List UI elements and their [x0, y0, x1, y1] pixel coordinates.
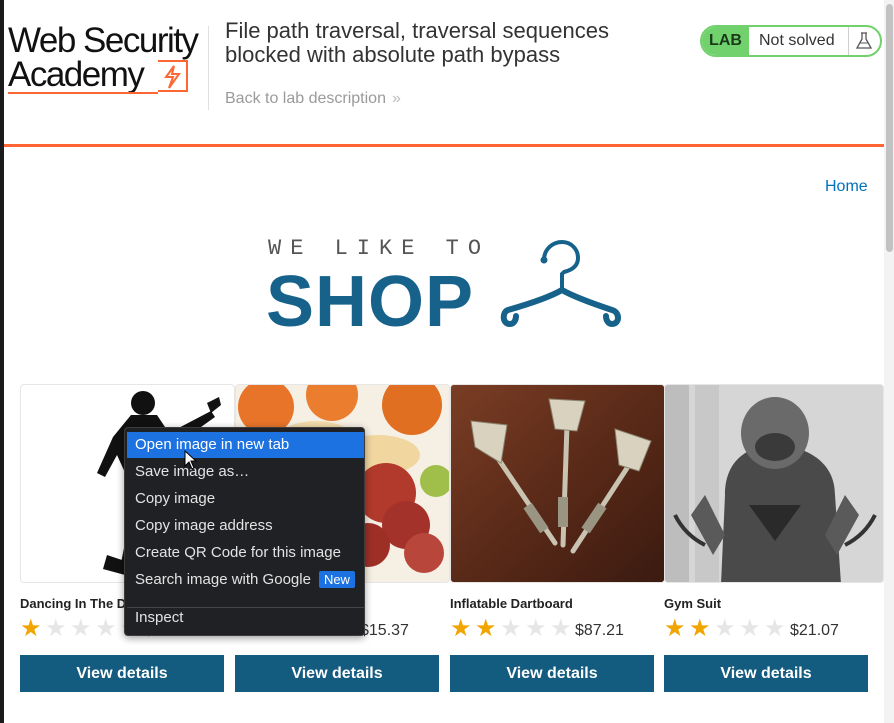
product-name: Dancing In The D: [20, 596, 127, 611]
star-filled-icon: ★: [475, 615, 497, 642]
star-filled-icon: ★: [664, 615, 686, 642]
menu-item-copy-image-address[interactable]: Copy image address: [127, 513, 364, 539]
product-price: $21.07: [790, 622, 839, 639]
star-filled-icon: ★: [450, 615, 472, 642]
product-price: $87.21: [575, 622, 624, 639]
hanger-icon: [500, 240, 621, 328]
logo-line2: Academy: [8, 55, 145, 94]
star-empty-icon: ★: [550, 615, 572, 642]
product-rating: ★ ★ ★ ★ ★: [664, 617, 789, 641]
browser-page: Web Security Academy File path traversal…: [0, 0, 894, 723]
shop-title: SHOP: [266, 262, 475, 342]
back-link-label: Back to lab description: [225, 90, 386, 107]
lab-tag: LAB: [702, 27, 749, 55]
menu-item-open-image-new-tab[interactable]: Open image in new tab: [127, 432, 364, 458]
home-link[interactable]: Home: [825, 178, 868, 196]
lab-title: File path traversal, traversal sequences…: [225, 18, 609, 67]
image-context-menu: Open image in new tab Save image as… Cop…: [124, 427, 365, 636]
lab-status-widget: LAB Not solved: [700, 25, 882, 57]
logo-underline: [8, 92, 158, 94]
star-empty-icon: ★: [500, 615, 522, 642]
menu-item-create-qr-code[interactable]: Create QR Code for this image: [127, 540, 364, 566]
shop-tagline: WE LIKE TO: [268, 236, 491, 261]
product-name: Gym Suit: [664, 596, 722, 611]
scrollbar-thumb[interactable]: [886, 4, 893, 252]
star-empty-icon: ★: [739, 615, 761, 642]
new-badge: New: [318, 571, 355, 588]
menu-item-save-image-as[interactable]: Save image as…: [127, 459, 364, 485]
flask-icon: [855, 32, 873, 49]
mouse-cursor-icon: [184, 450, 198, 470]
view-details-button[interactable]: View details: [235, 655, 439, 692]
star-empty-icon: ★: [70, 615, 92, 642]
star-empty-icon: ★: [45, 615, 67, 642]
product-card: Inflatable Dartboard ★ ★ ★ ★ ★ $87.21 Vi…: [450, 384, 665, 694]
menu-item-search-image-google[interactable]: Search image with Google New: [127, 567, 364, 593]
lab-status-text: Not solved: [759, 32, 835, 49]
product-price: $15.37: [360, 622, 409, 639]
view-details-button[interactable]: View details: [20, 655, 224, 692]
view-details-button[interactable]: View details: [450, 655, 654, 692]
header-rule: [4, 144, 884, 147]
product-image-darts[interactable]: [450, 384, 665, 583]
logo-bolt-icon: [158, 60, 188, 92]
star-empty-icon: ★: [95, 615, 117, 642]
star-empty-icon: ★: [714, 615, 736, 642]
menu-item-label: Search image with Google: [135, 571, 311, 588]
product-image-gym-suit[interactable]: [664, 384, 884, 583]
lab-status-divider: [848, 27, 849, 55]
star-filled-icon: ★: [689, 615, 711, 642]
web-security-academy-logo[interactable]: Web Security Academy: [8, 22, 208, 98]
header-divider: [208, 26, 209, 110]
product-card: Gym Suit ★ ★ ★ ★ ★ $21.07 View details: [664, 384, 884, 694]
menu-item-inspect[interactable]: Inspect: [127, 605, 364, 631]
star-empty-icon: ★: [764, 615, 786, 642]
star-empty-icon: ★: [525, 615, 547, 642]
double-chevron-right-icon: »: [391, 90, 401, 107]
view-details-button[interactable]: View details: [664, 655, 868, 692]
menu-item-copy-image[interactable]: Copy image: [127, 486, 364, 512]
star-filled-icon: ★: [20, 615, 42, 642]
window-edge: [0, 0, 4, 723]
product-name: Inflatable Dartboard: [450, 596, 573, 611]
product-rating: ★ ★ ★ ★ ★: [450, 617, 575, 641]
back-to-lab-description-link[interactable]: Back to lab description »: [225, 90, 401, 108]
